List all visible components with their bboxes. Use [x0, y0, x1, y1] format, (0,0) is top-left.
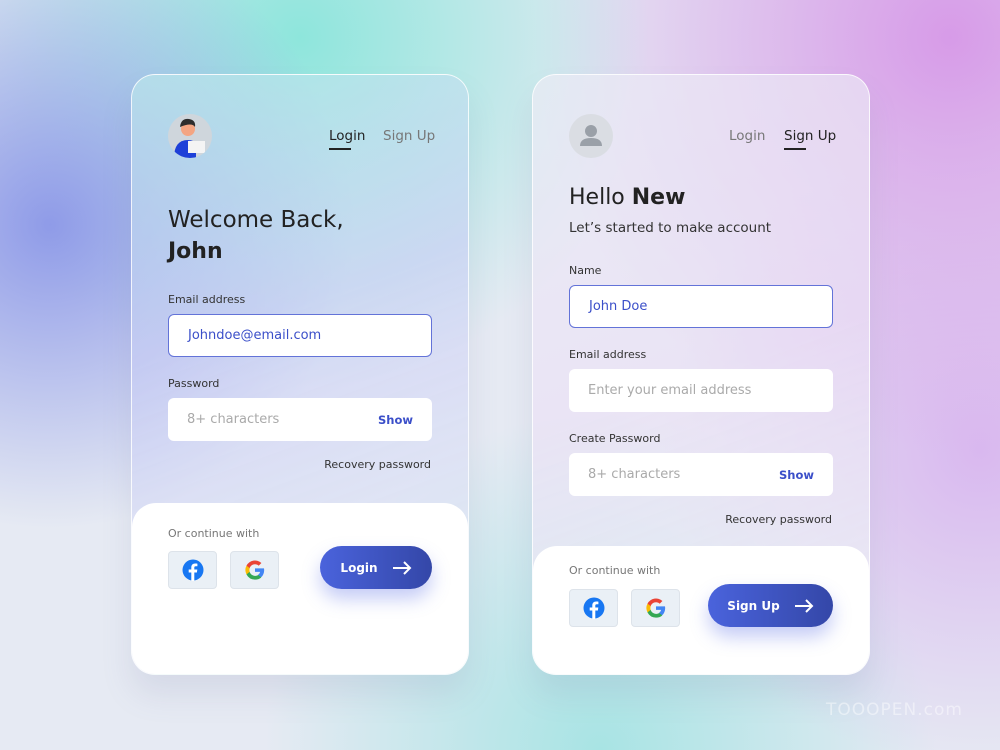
sign-up-button[interactable]: Sign Up	[708, 584, 833, 627]
google-button[interactable]	[230, 551, 279, 589]
recovery-password-link[interactable]: Recovery password	[324, 458, 431, 471]
show-password-button[interactable]: Show	[779, 468, 814, 482]
arrow-right-icon	[392, 560, 411, 575]
email-placeholder: Enter your email address	[588, 383, 752, 398]
email-value: Johndoe@email.com	[188, 328, 322, 343]
continue-with-label: Or continue with	[569, 564, 661, 577]
sign-up-button-label: Sign Up	[727, 598, 780, 613]
password-input[interactable]: 8+ characters Show	[168, 398, 432, 441]
google-button[interactable]	[631, 589, 680, 627]
tab-sign-up[interactable]: Sign Up	[784, 128, 836, 150]
user-name: John	[168, 239, 223, 264]
bottom-panel: Or continue with Sign Up	[533, 546, 869, 674]
watermark: TOOOPEN.com	[826, 700, 963, 720]
login-button[interactable]: Login	[320, 546, 432, 589]
signup-card: Login Sign Up Hello New Let’s started to…	[532, 74, 870, 675]
tab-login[interactable]: Login	[729, 128, 765, 144]
login-button-label: Login	[340, 560, 378, 575]
facebook-icon	[583, 597, 604, 619]
name-input[interactable]: John Doe	[569, 285, 833, 328]
user-avatar	[168, 114, 212, 158]
login-card: Login Sign Up Welcome Back, John Email a…	[131, 74, 469, 675]
email-label: Email address	[168, 293, 246, 306]
email-label: Email address	[569, 348, 647, 361]
subtitle: Let’s started to make account	[569, 220, 772, 236]
facebook-button[interactable]	[168, 551, 217, 589]
arrow-right-icon	[794, 598, 814, 613]
google-icon	[244, 560, 264, 580]
name-label: Name	[569, 264, 602, 277]
google-icon	[645, 598, 665, 618]
password-placeholder: 8+ characters	[187, 412, 280, 427]
user-avatar-placeholder	[569, 114, 613, 158]
show-password-button[interactable]: Show	[378, 413, 413, 427]
bottom-panel: Or continue with Login	[132, 503, 468, 674]
email-input[interactable]: Johndoe@email.com	[168, 314, 432, 357]
recovery-password-link[interactable]: Recovery password	[725, 513, 832, 526]
password-label: Create Password	[569, 432, 661, 445]
facebook-button[interactable]	[569, 589, 618, 627]
password-placeholder: 8+ characters	[588, 467, 681, 482]
welcome-title: Welcome Back,	[168, 207, 344, 233]
continue-with-label: Or continue with	[168, 527, 260, 540]
facebook-icon	[182, 559, 203, 581]
hello-title: Hello New	[569, 185, 686, 210]
tab-sign-up[interactable]: Sign Up	[383, 128, 435, 144]
password-label: Password	[168, 377, 220, 390]
name-value: John Doe	[589, 299, 648, 314]
email-input[interactable]: Enter your email address	[569, 369, 833, 412]
tab-login[interactable]: Login	[329, 128, 365, 150]
password-input[interactable]: 8+ characters Show	[569, 453, 833, 496]
